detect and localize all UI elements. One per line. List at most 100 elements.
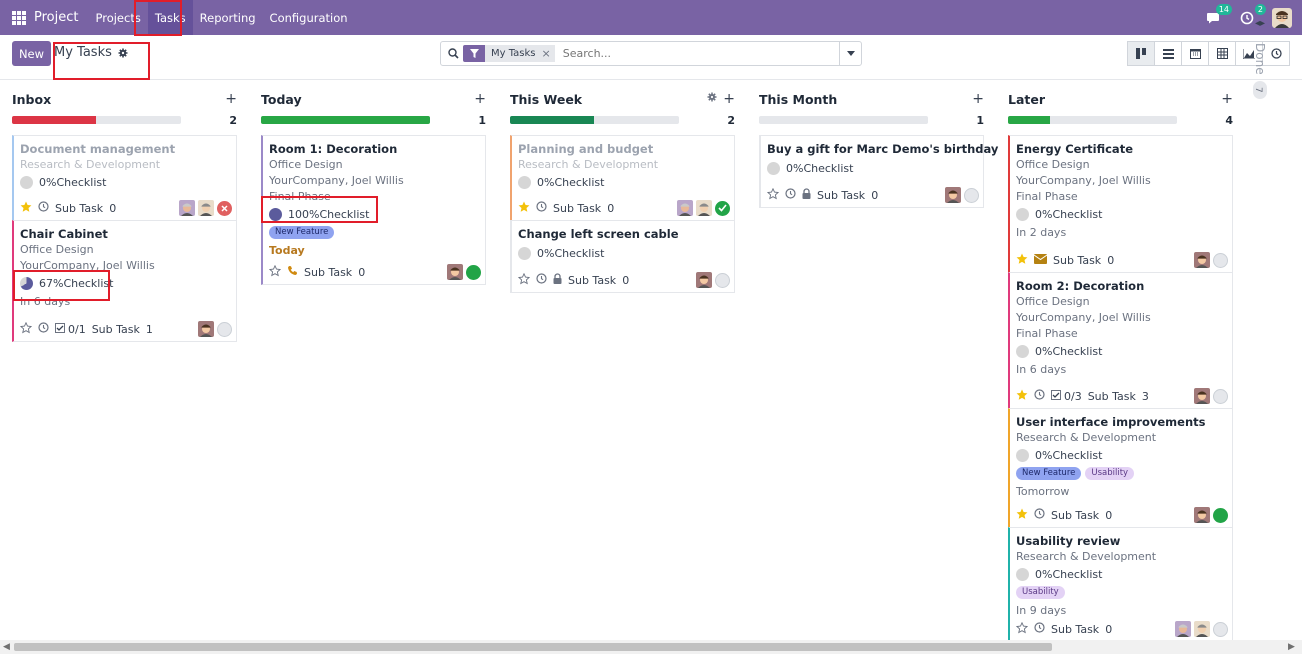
star-filled-icon[interactable] — [518, 201, 530, 216]
card-title[interactable]: Change left screen cable — [518, 227, 679, 241]
subtask-label[interactable]: Sub Task — [1051, 623, 1099, 636]
assignee-avatar[interactable] — [1194, 621, 1210, 637]
card-title[interactable]: Room 1: Decoration — [269, 142, 397, 156]
email-activity-icon[interactable] — [1033, 253, 1048, 267]
status-normal-indicator[interactable] — [1213, 388, 1228, 404]
menu-reporting[interactable]: Reporting — [193, 0, 263, 35]
subtask-label[interactable]: Sub Task — [92, 323, 140, 336]
clock-activity-icon[interactable] — [785, 188, 796, 202]
status-done-indicator[interactable] — [466, 264, 481, 280]
quick-create-icon[interactable]: + — [972, 91, 984, 107]
task-card[interactable]: Buy a gift for Marc Demo's birthday 0%Che… — [759, 135, 998, 208]
card-title[interactable]: Usability review — [1016, 534, 1120, 548]
card-title[interactable]: Energy Certificate — [1016, 142, 1133, 156]
search-bar[interactable]: My Tasks × — [440, 41, 862, 66]
calendar-view-button[interactable] — [1181, 41, 1209, 66]
assignee-avatar[interactable] — [696, 272, 712, 288]
column-progress-bar[interactable] — [510, 116, 679, 124]
subtask-label[interactable]: Sub Task — [568, 274, 616, 287]
star-filled-icon[interactable] — [1016, 389, 1028, 404]
star-filled-icon[interactable] — [20, 201, 32, 216]
column-title[interactable]: This Month — [759, 92, 837, 107]
search-options-toggle[interactable] — [839, 42, 861, 65]
subtask-label[interactable]: Sub Task — [1088, 390, 1136, 403]
star-filled-icon[interactable] — [1016, 508, 1028, 523]
scrollbar-thumb[interactable] — [14, 643, 1052, 651]
menu-tasks[interactable]: Tasks — [147, 0, 193, 35]
menu-configuration[interactable]: Configuration — [263, 0, 355, 35]
status-approved-icon[interactable] — [715, 200, 730, 216]
subtask-label[interactable]: Sub Task — [1051, 509, 1099, 522]
subtask-label[interactable]: Sub Task — [817, 189, 865, 202]
column-title[interactable]: Inbox — [12, 92, 51, 107]
new-button[interactable]: New — [12, 41, 51, 66]
clock-activity-icon[interactable] — [38, 322, 49, 336]
clock-activity-icon[interactable] — [38, 201, 49, 215]
subtask-label[interactable]: Sub Task — [553, 202, 601, 215]
kanban-view-button[interactable] — [1127, 41, 1155, 66]
list-view-button[interactable] — [1154, 41, 1182, 66]
search-input[interactable] — [562, 47, 833, 60]
column-progress-bar[interactable] — [759, 116, 928, 124]
scroll-right-arrow-icon[interactable]: ▶ — [1288, 642, 1295, 652]
column-progress-bar[interactable] — [12, 116, 181, 124]
phone-activity-icon[interactable] — [287, 265, 298, 279]
status-normal-indicator[interactable] — [715, 272, 730, 288]
card-title[interactable]: Planning and budget — [518, 142, 653, 156]
assignee-avatar[interactable] — [945, 187, 961, 203]
task-card[interactable]: Energy Certificate Office Design YourCompa… — [1008, 135, 1233, 273]
user-avatar[interactable] — [1272, 7, 1292, 28]
star-outline-icon[interactable] — [19, 321, 33, 337]
clock-activity-icon[interactable] — [1034, 389, 1045, 403]
expand-arrows-icon[interactable]: ◂▸ — [1248, 18, 1272, 29]
status-cancelled-icon[interactable] — [217, 200, 232, 216]
pivot-view-button[interactable] — [1208, 41, 1236, 66]
clock-activity-icon[interactable] — [1034, 622, 1045, 636]
assignee-avatar[interactable] — [198, 321, 214, 337]
folded-column-done[interactable]: ◂▸ Done 7 — [1248, 18, 1272, 99]
card-title[interactable]: Document management — [20, 142, 175, 156]
app-name[interactable]: Project — [34, 10, 78, 25]
star-filled-icon[interactable] — [1016, 253, 1028, 268]
assignee-avatar[interactable] — [1194, 507, 1210, 523]
quick-create-icon[interactable]: + — [474, 91, 486, 107]
star-outline-icon[interactable] — [1015, 621, 1029, 637]
task-card[interactable]: Chair Cabinet Office Design YourCompany, J… — [12, 220, 237, 342]
assignee-avatar[interactable] — [696, 200, 712, 216]
apps-menu-icon[interactable] — [12, 10, 26, 25]
star-outline-icon[interactable] — [766, 187, 780, 203]
subtask-label[interactable]: Sub Task — [1053, 254, 1101, 267]
task-card[interactable]: Room 1: Decoration Office Design YourCompa… — [261, 135, 486, 285]
column-progress-bar[interactable] — [1008, 116, 1177, 124]
card-title[interactable]: User interface improvements — [1016, 415, 1205, 429]
assignee-avatar[interactable] — [1194, 388, 1210, 404]
gear-icon[interactable] — [118, 48, 128, 58]
card-title[interactable]: Buy a gift for Marc Demo's birthday — [767, 142, 998, 156]
remove-facet-icon[interactable]: × — [541, 45, 555, 62]
assignee-avatar[interactable] — [1194, 252, 1210, 268]
assignee-avatar[interactable] — [198, 200, 214, 216]
quick-create-icon[interactable]: + — [723, 91, 735, 107]
task-card[interactable]: Document management Research & Developmen… — [12, 135, 237, 221]
status-done-indicator[interactable] — [1213, 507, 1228, 523]
clock-activity-icon[interactable] — [536, 201, 547, 215]
task-card[interactable]: Planning and budget Research & Developmen… — [510, 135, 735, 221]
task-card[interactable]: User interface improvements Research & De… — [1008, 408, 1233, 528]
messages-icon[interactable]: 14 — [1204, 3, 1232, 27]
quick-create-icon[interactable]: + — [225, 91, 237, 107]
subtask-label[interactable]: Sub Task — [304, 266, 352, 279]
scroll-left-arrow-icon[interactable]: ◀ — [3, 642, 10, 652]
star-outline-icon[interactable] — [268, 264, 282, 280]
status-normal-indicator[interactable] — [217, 321, 232, 337]
task-card[interactable]: Room 2: Decoration Office Design YourCompa… — [1008, 272, 1233, 409]
status-normal-indicator[interactable] — [1213, 621, 1228, 637]
status-normal-indicator[interactable] — [1213, 252, 1228, 268]
column-progress-bar[interactable] — [261, 116, 430, 124]
menu-projects[interactable]: Projects — [88, 0, 147, 35]
assignee-avatar[interactable] — [677, 200, 693, 216]
column-title[interactable]: This Week — [510, 92, 582, 107]
subtask-label[interactable]: Sub Task — [55, 202, 103, 215]
card-title[interactable]: Chair Cabinet — [20, 227, 108, 241]
clock-activity-icon[interactable] — [1034, 508, 1045, 522]
clock-activity-icon[interactable] — [536, 273, 547, 287]
